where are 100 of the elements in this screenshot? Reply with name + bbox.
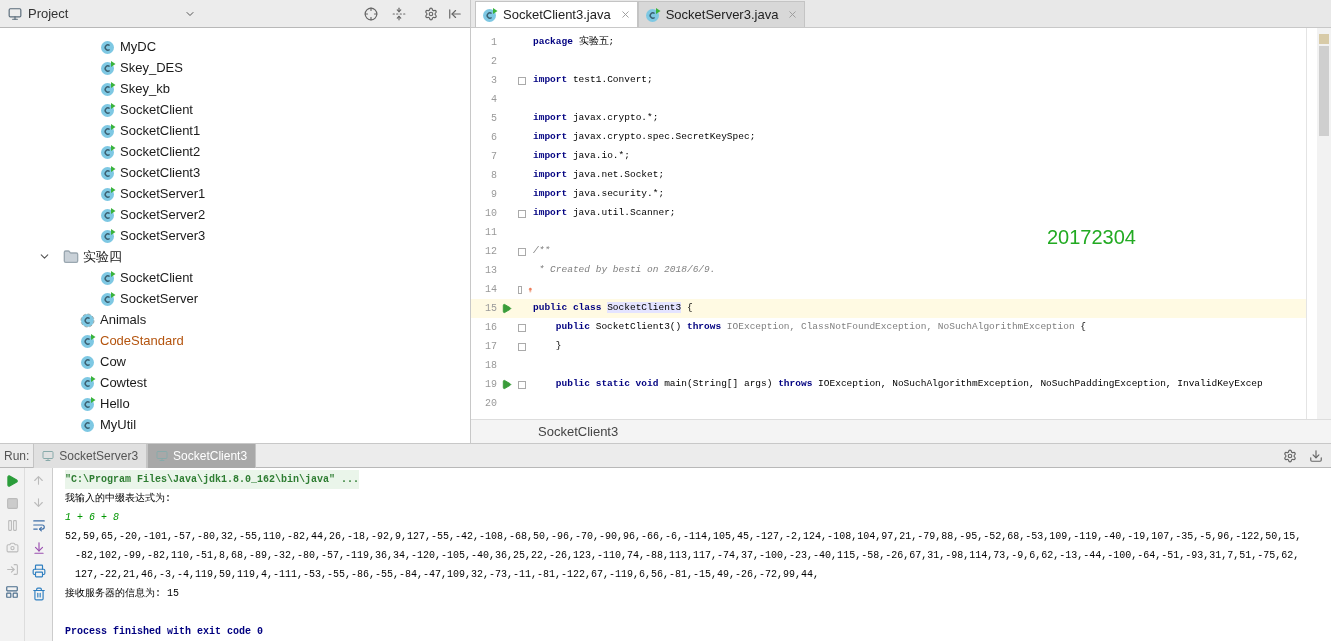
tree-item[interactable]: SocketClient2 xyxy=(120,141,201,162)
close-icon[interactable] xyxy=(619,9,631,20)
runnable-class-icon xyxy=(100,269,116,286)
close-icon[interactable] xyxy=(787,9,799,20)
console-line: 127,-22,21,46,-3,-4,119,59,119,4,-111,-53,-55,-86,-55,-84,-47,109,32,-73,-11,-81,-122,67,-119,6,56,-81,-15,49,-26,-72,99,44, xyxy=(74,568,821,582)
runnable-class-icon xyxy=(100,143,116,160)
runnable-class-icon xyxy=(482,6,498,23)
fold-marker-icon[interactable] xyxy=(518,76,526,85)
code-line: import test1.Convert; xyxy=(533,73,653,88)
line-number: 7 xyxy=(490,150,497,164)
line-number: 16 xyxy=(484,321,497,335)
tree-item[interactable]: Skey_DES xyxy=(120,57,183,78)
layout-icon[interactable] xyxy=(5,585,19,599)
console-line: Process finished with exit code 0 xyxy=(65,625,265,639)
runnable-class-icon xyxy=(644,6,661,23)
console-line: 1 + 6 + 8 xyxy=(65,511,120,525)
line-number: 14 xyxy=(484,283,497,297)
line-number: 2 xyxy=(490,55,497,69)
fold-marker-icon[interactable] xyxy=(518,247,526,256)
class-icon xyxy=(100,38,116,55)
tree-item[interactable]: Hello xyxy=(100,393,130,414)
tree-item[interactable]: SocketServer xyxy=(120,288,199,309)
line-number: 15 xyxy=(484,302,497,316)
tree-item[interactable]: Cowtest xyxy=(100,372,147,393)
settings-icon[interactable] xyxy=(1283,448,1297,463)
fold-marker-icon[interactable] xyxy=(518,209,526,218)
tree-item[interactable]: MyDC xyxy=(120,36,157,57)
console-line: 接收服务器的信息为: 15 xyxy=(65,587,180,601)
tree-item[interactable]: SocketClient1 xyxy=(120,120,201,141)
runnable-class-icon xyxy=(100,185,116,202)
fold-marker-icon[interactable] xyxy=(518,342,526,351)
tree-item[interactable]: SocketServer3 xyxy=(120,225,206,246)
pause-icon[interactable] xyxy=(5,519,19,532)
stop-icon[interactable] xyxy=(5,497,19,510)
line-number: 8 xyxy=(490,169,497,183)
run-tab[interactable]: SocketServer3 xyxy=(33,443,148,468)
tree-item[interactable]: SocketClient3 xyxy=(120,162,201,183)
line-number: 13 xyxy=(484,264,497,278)
tree-item[interactable]: Cow xyxy=(100,351,126,372)
class-icon xyxy=(80,353,96,370)
runnable-class-icon xyxy=(100,59,116,76)
breadcrumb[interactable]: SocketClient3 xyxy=(538,421,619,442)
runnable-class-icon xyxy=(100,122,116,139)
run-icon[interactable] xyxy=(501,379,512,390)
editor-tab[interactable]: SocketClient3.java xyxy=(475,1,638,27)
tree-item[interactable]: Skey_kb xyxy=(120,78,170,99)
console-line: -82,102,-99,-82,110,-51,8,68,-89,-32,-80,-57,-119,36,34,-120,-105,-40,36,25,22,-26,123,-110,74,-88,113,117,-74,37,-100,-23,-40,115,-58,-26,67,31,-98,114,73,-9,6,62,-13,-44,-100,-64,-51,-93,31,7,51,-75,62, xyxy=(74,549,1301,563)
soft-wrap-icon[interactable] xyxy=(31,518,46,532)
exit-icon[interactable] xyxy=(5,563,19,576)
print-icon[interactable] xyxy=(31,564,46,578)
locate-icon[interactable] xyxy=(364,6,378,21)
tree-item[interactable]: SocketServer2 xyxy=(120,204,206,225)
fold-marker-icon[interactable] xyxy=(518,380,526,389)
code-line: * Created by besti on 2018/6/9. xyxy=(537,263,716,278)
tree-item[interactable]: SocketServer1 xyxy=(120,183,206,204)
line-number: 12 xyxy=(484,245,497,259)
code-line: import javax.crypto.*; xyxy=(533,111,659,126)
runnable-class-icon xyxy=(100,227,116,244)
runnable-class-icon xyxy=(80,332,96,349)
overlay-number: 20172304 xyxy=(1047,225,1136,250)
collapse-icon[interactable] xyxy=(392,6,406,21)
run-icon[interactable] xyxy=(5,474,19,488)
run-icon[interactable] xyxy=(501,303,512,314)
abstract-class-icon xyxy=(80,311,96,328)
code-line: package 实验五; xyxy=(533,35,615,50)
code-line: public SocketClient3() throws IOException, ClassNotFoundException, NoSuchAlgorithmException { xyxy=(554,320,1087,335)
minimize-icon[interactable] xyxy=(1309,448,1323,463)
runnable-class-icon xyxy=(100,206,116,223)
code-line: import java.security.*; xyxy=(533,187,665,202)
camera-icon[interactable] xyxy=(5,541,19,554)
trash-icon[interactable] xyxy=(31,587,46,601)
tree-item[interactable]: MyUtil xyxy=(100,414,137,435)
run-label: Run: xyxy=(3,447,31,465)
fold-marker-icon[interactable] xyxy=(518,323,526,332)
panel-title[interactable]: Project xyxy=(28,3,69,24)
folder-icon xyxy=(63,248,79,265)
line-number: 19 xyxy=(484,378,497,392)
console-line: 52,59,65,-20,-101,-57,-80,32,-55,110,-82,44,26,-18,-92,9,127,-55,-42,-108,-68,50,-96,-70,-90,96,-66,-6,-114,105,45,-127,-2,124,-108,104,97,21,-79,88,-95,-52,68,-53,109,-119,-40,-19,107,-35,-5,96,-122,50,15, xyxy=(65,530,1303,544)
line-number: 9 xyxy=(490,188,497,202)
tree-item[interactable]: CodeStandard xyxy=(100,330,184,351)
scrollbar[interactable] xyxy=(1317,28,1331,419)
line-number: 10 xyxy=(484,207,497,221)
line-number: 20 xyxy=(484,397,497,411)
settings-icon[interactable] xyxy=(424,6,438,21)
fold-marker-icon[interactable] xyxy=(518,285,523,294)
runnable-class-icon xyxy=(80,395,96,412)
tree-item[interactable]: SocketClient xyxy=(120,267,193,288)
console-line: 我输入的中缀表达式为: xyxy=(65,491,172,506)
code-line: } xyxy=(554,339,562,354)
tree-item[interactable]: 实验四 xyxy=(83,246,122,267)
editor-tab[interactable]: SocketServer3.java xyxy=(637,1,806,27)
code-line: public class SocketClient3 { xyxy=(533,301,693,316)
scroll-to-end-icon[interactable] xyxy=(31,541,46,555)
hide-panel-icon[interactable] xyxy=(448,6,462,21)
up-arrow-icon[interactable] xyxy=(32,474,45,487)
line-number: 17 xyxy=(484,340,497,354)
down-arrow-icon[interactable] xyxy=(32,496,45,509)
tree-item[interactable]: Animals xyxy=(100,309,147,330)
line-number: 11 xyxy=(484,226,497,240)
tree-item[interactable]: SocketClient xyxy=(120,99,193,120)
